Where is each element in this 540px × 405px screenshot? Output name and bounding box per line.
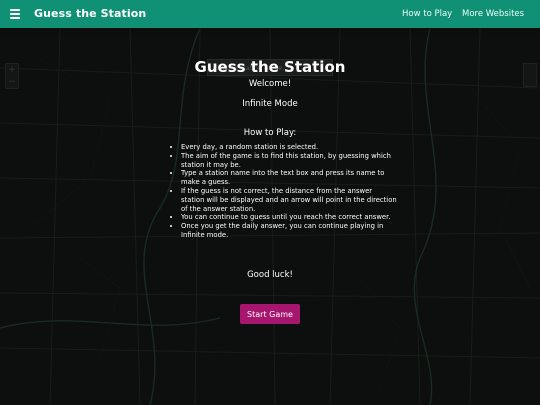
- rules-list: Every day, a random station is selected.…: [163, 143, 397, 240]
- welcome-text: Welcome!: [248, 79, 292, 89]
- app-bar: Guess the Station How to Play More Websi…: [0, 0, 540, 28]
- hamburger-menu-icon[interactable]: [10, 9, 20, 19]
- rule-item: You can continue to guess until you reac…: [181, 213, 397, 222]
- start-game-button[interactable]: Start Game: [240, 304, 300, 324]
- mode-label: Infinite Mode: [242, 99, 298, 109]
- nav-how-to-play[interactable]: How to Play: [402, 9, 452, 19]
- how-to-play-heading: How to Play:: [243, 128, 297, 138]
- rule-item: If the guess is not correct, the distanc…: [181, 187, 397, 213]
- app-title[interactable]: Guess the Station: [34, 7, 146, 20]
- rule-item: Every day, a random station is selected.: [181, 143, 397, 152]
- rule-item: Once you get the daily answer, you can c…: [181, 222, 397, 240]
- rule-item: Type a station name into the text box an…: [181, 169, 397, 187]
- rule-item: The aim of the game is to find this stat…: [181, 152, 397, 170]
- nav-more-websites[interactable]: More Websites: [462, 9, 524, 19]
- good-luck-text: Good luck!: [247, 270, 293, 280]
- intro-title: Guess the Station: [194, 58, 346, 76]
